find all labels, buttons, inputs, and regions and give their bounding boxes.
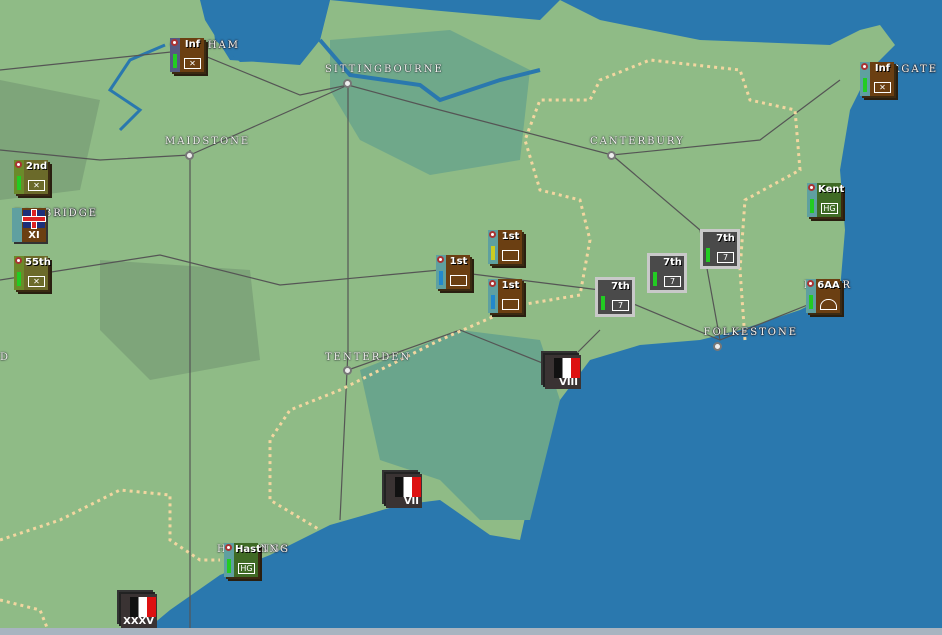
unit-counter-1st-armor[interactable]: 1st — [488, 279, 522, 313]
city-label-maidstone: MAIDSTONE — [165, 136, 251, 147]
infantry-icon: ✕ — [28, 276, 45, 287]
unit-counter-55th[interactable]: 55th ✕ — [14, 256, 51, 290]
german-flag-icon — [554, 358, 580, 378]
city-label-folkestone: OLKESTONE — [712, 327, 798, 338]
unit-label: 1st — [501, 280, 520, 291]
city-marker[interactable] — [607, 151, 616, 160]
uk-flag-icon — [23, 210, 45, 228]
german-corps-vii[interactable]: VII — [386, 474, 422, 508]
city-label-dover: R — [842, 280, 852, 291]
city-label-chatham: HAM — [207, 40, 240, 51]
city-label-ashford: D — [0, 352, 11, 363]
corps-counter-xi[interactable]: XI — [12, 208, 46, 242]
enemy-division-7th[interactable]: 7th 7 — [703, 232, 737, 266]
german-corps-xxxv[interactable]: XXXV — [121, 594, 157, 628]
map-terrain[interactable] — [0, 0, 942, 635]
unit-label: 1st — [449, 256, 468, 267]
unit-counter-6aa[interactable]: 6AA — [806, 279, 840, 313]
city-marker[interactable] — [343, 79, 352, 88]
unit-counter-2nd[interactable]: 2nd ✕ — [14, 160, 48, 194]
unit-label: 2nd — [25, 161, 48, 172]
infantry-icon: ✕ — [28, 180, 45, 191]
unit-label: 7th — [663, 257, 682, 268]
unit-label: Inf — [184, 39, 201, 50]
anti-air-icon — [820, 299, 837, 310]
unit-label: 6AA — [817, 280, 840, 291]
armor-icon: 7 — [717, 252, 734, 263]
armor-icon — [502, 299, 519, 310]
infantry-icon: ✕ — [184, 58, 201, 69]
armor-icon: 7 — [664, 276, 681, 287]
city-label-tenterden: TENTERDEN — [325, 352, 412, 363]
armor-icon — [502, 250, 519, 261]
home-guard-icon: HG — [238, 563, 255, 574]
city-label-tonbridge: RIDGE — [53, 208, 98, 219]
city-label-canterbury: CANTERBURY — [590, 136, 685, 147]
unit-counter-kent[interactable]: Kent HG — [807, 183, 845, 217]
home-guard-icon: HG — [821, 203, 838, 214]
unit-label: 7th — [716, 233, 735, 244]
german-corps-viii[interactable]: VIII — [545, 355, 581, 389]
unit-label: VII — [403, 496, 419, 507]
city-label-sittingbourne: SITTINGBOURNE — [325, 64, 444, 75]
unit-label: 1st — [501, 231, 520, 242]
unit-label: Inf — [874, 63, 891, 74]
unit-label: XXXV — [123, 616, 154, 627]
enemy-division-7th[interactable]: 7th 7 — [598, 280, 632, 314]
german-flag-icon — [395, 477, 421, 497]
unit-label: 7th — [611, 281, 630, 292]
bottom-panel-edge — [0, 628, 942, 635]
unit-label: 55th — [25, 257, 51, 268]
infantry-icon: ✕ — [874, 82, 891, 93]
unit-counter-1st-armor[interactable]: 1st — [488, 230, 522, 264]
unit-counter-inf-margate[interactable]: Inf ✕ — [860, 62, 894, 96]
unit-counter-inf-chatham[interactable]: Inf ✕ — [170, 38, 204, 72]
port-marker[interactable] — [713, 342, 722, 351]
armor-icon: 7 — [612, 300, 629, 311]
city-marker[interactable] — [185, 151, 194, 160]
german-flag-icon — [130, 597, 156, 617]
unit-label: Kent — [818, 184, 845, 195]
unit-counter-1st-armor[interactable]: 1st — [436, 255, 470, 289]
unit-label: XI — [28, 230, 40, 241]
city-marker[interactable] — [343, 366, 352, 375]
unit-counter-hast[interactable]: Hast HG — [224, 543, 261, 577]
unit-label: Hast — [235, 544, 261, 555]
enemy-division-7th[interactable]: 7th 7 — [650, 256, 684, 290]
city-label-hastings: ING — [263, 544, 290, 555]
armor-icon — [450, 275, 467, 286]
unit-label: VIII — [559, 377, 578, 388]
city-label-margate: GATE — [901, 64, 938, 75]
